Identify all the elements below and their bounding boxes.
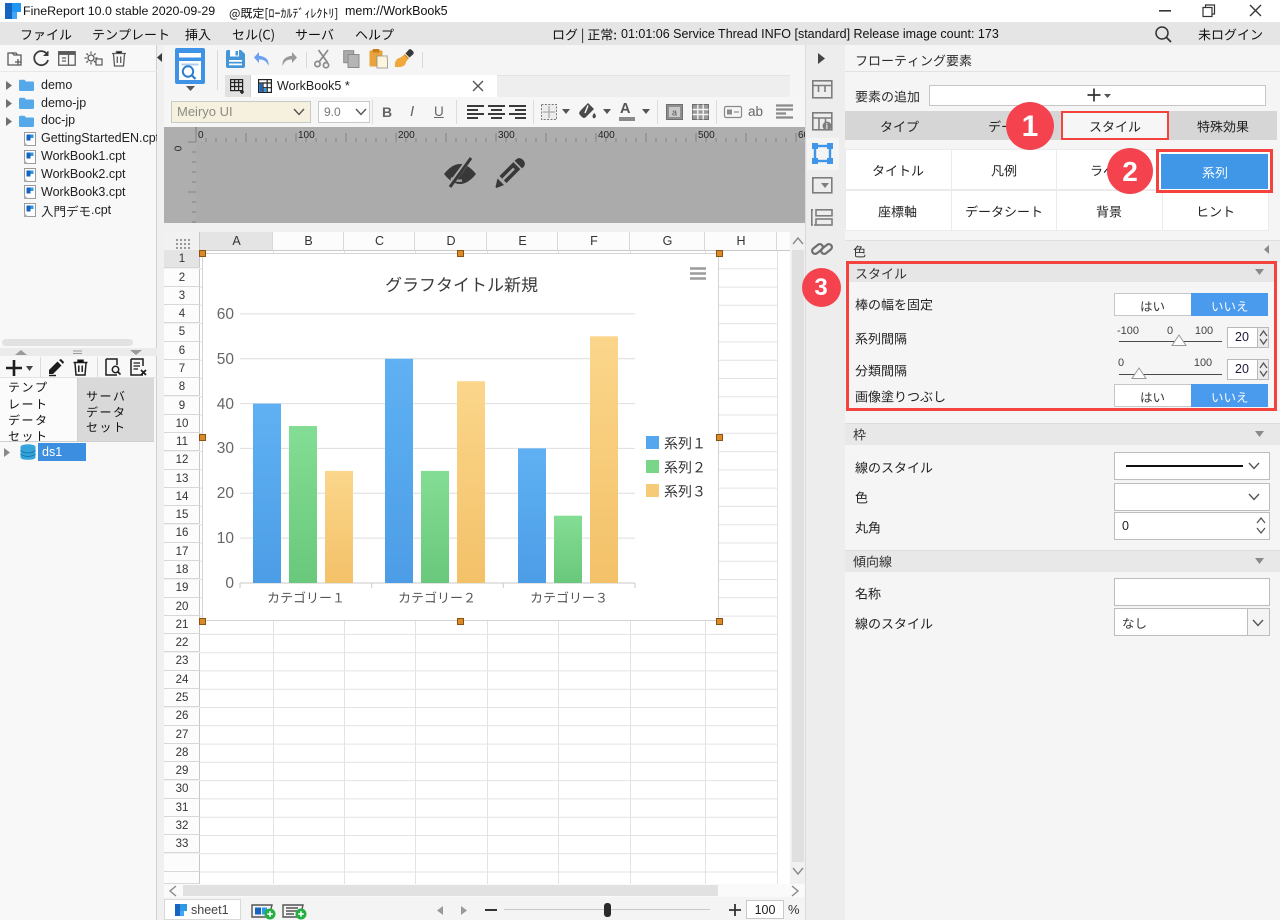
svg-text:300: 300 (498, 130, 515, 141)
svg-text:200: 200 (398, 130, 415, 141)
svg-text:0: 0 (198, 130, 204, 141)
svg-text:i: i (826, 122, 828, 131)
svg-text:400: 400 (598, 130, 615, 141)
svg-text:500: 500 (698, 130, 715, 141)
svg-text:100: 100 (298, 130, 315, 141)
svg-text:a: a (672, 108, 677, 118)
